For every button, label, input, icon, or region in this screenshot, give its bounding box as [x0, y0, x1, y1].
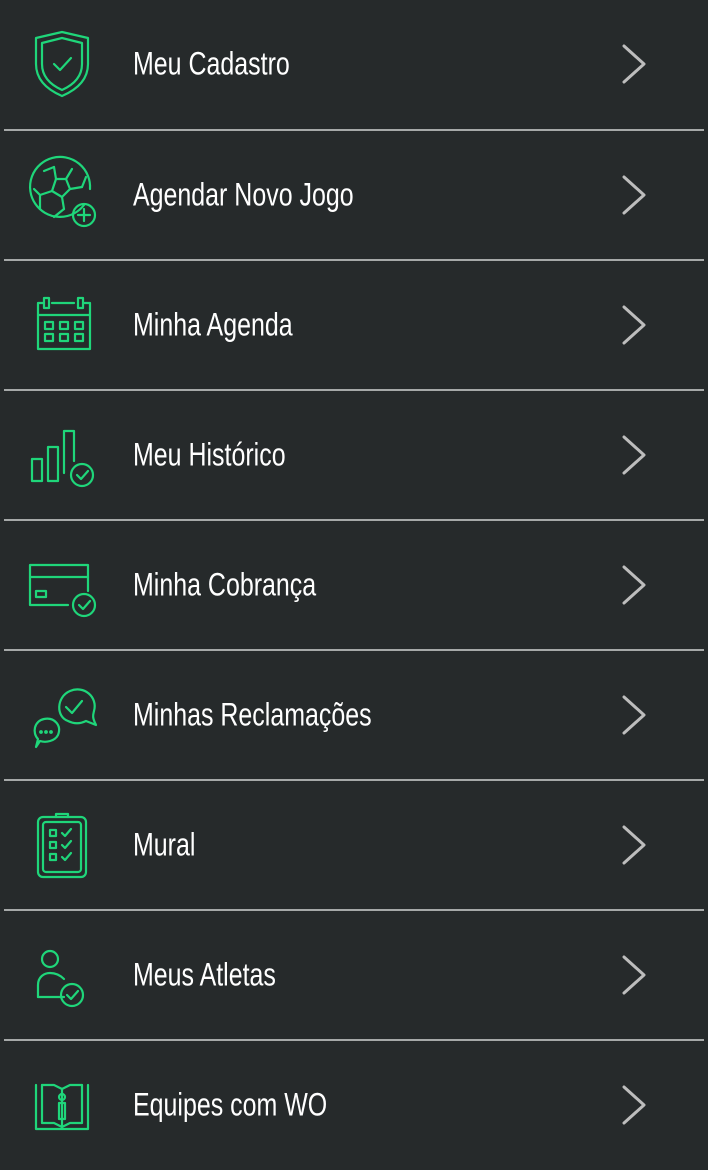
- menu-item-label: Meu Cadastro: [133, 45, 290, 82]
- book-info-icon: [24, 1067, 100, 1143]
- menu-item-meu-historico[interactable]: Meu Histórico: [0, 391, 708, 519]
- chat-bubbles-check-icon: [24, 677, 100, 753]
- menu-item-minhas-reclamacoes[interactable]: Minhas Reclamações: [0, 651, 708, 779]
- menu-item-equipes-com-wo[interactable]: Equipes com WO: [0, 1041, 708, 1169]
- menu-item-label: Equipes com WO: [133, 1086, 328, 1123]
- chevron-right-icon: [622, 695, 646, 735]
- soccer-ball-plus-icon: [24, 155, 100, 233]
- menu-item-mural[interactable]: Mural: [0, 781, 708, 909]
- chevron-right-icon: [622, 825, 646, 865]
- menu-item-label: Mural: [133, 826, 196, 863]
- menu-item-label: Minha Agenda: [133, 306, 293, 343]
- shield-check-icon: [24, 26, 100, 102]
- menu-item-minha-cobranca[interactable]: Minha Cobrança: [0, 521, 708, 649]
- chevron-right-icon: [622, 955, 646, 995]
- menu-item-label: Meus Atletas: [133, 956, 276, 993]
- user-check-icon: [24, 937, 100, 1013]
- menu-item-label: Minhas Reclamações: [133, 696, 372, 733]
- chevron-right-icon: [622, 565, 646, 605]
- menu-item-label: Meu Histórico: [133, 436, 286, 473]
- chevron-right-icon: [622, 175, 646, 215]
- calendar-icon: [24, 287, 100, 363]
- chevron-right-icon: [622, 44, 646, 84]
- menu-item-meus-atletas[interactable]: Meus Atletas: [0, 911, 708, 1039]
- clipboard-checklist-icon: [24, 807, 100, 883]
- chevron-right-icon: [622, 1085, 646, 1125]
- menu-item-agendar-novo-jogo[interactable]: Agendar Novo Jogo: [0, 131, 708, 259]
- chevron-right-icon: [622, 305, 646, 345]
- menu-item-meu-cadastro[interactable]: Meu Cadastro: [0, 0, 708, 128]
- bar-chart-check-icon: [24, 417, 100, 493]
- menu-item-minha-agenda[interactable]: Minha Agenda: [0, 261, 708, 389]
- settings-menu: Meu Cadastro Agendar Novo Jogo Minha Age…: [0, 0, 708, 1170]
- menu-item-label: Minha Cobrança: [133, 566, 317, 603]
- menu-item-label: Agendar Novo Jogo: [133, 176, 354, 213]
- credit-card-check-icon: [24, 547, 100, 623]
- chevron-right-icon: [622, 435, 646, 475]
